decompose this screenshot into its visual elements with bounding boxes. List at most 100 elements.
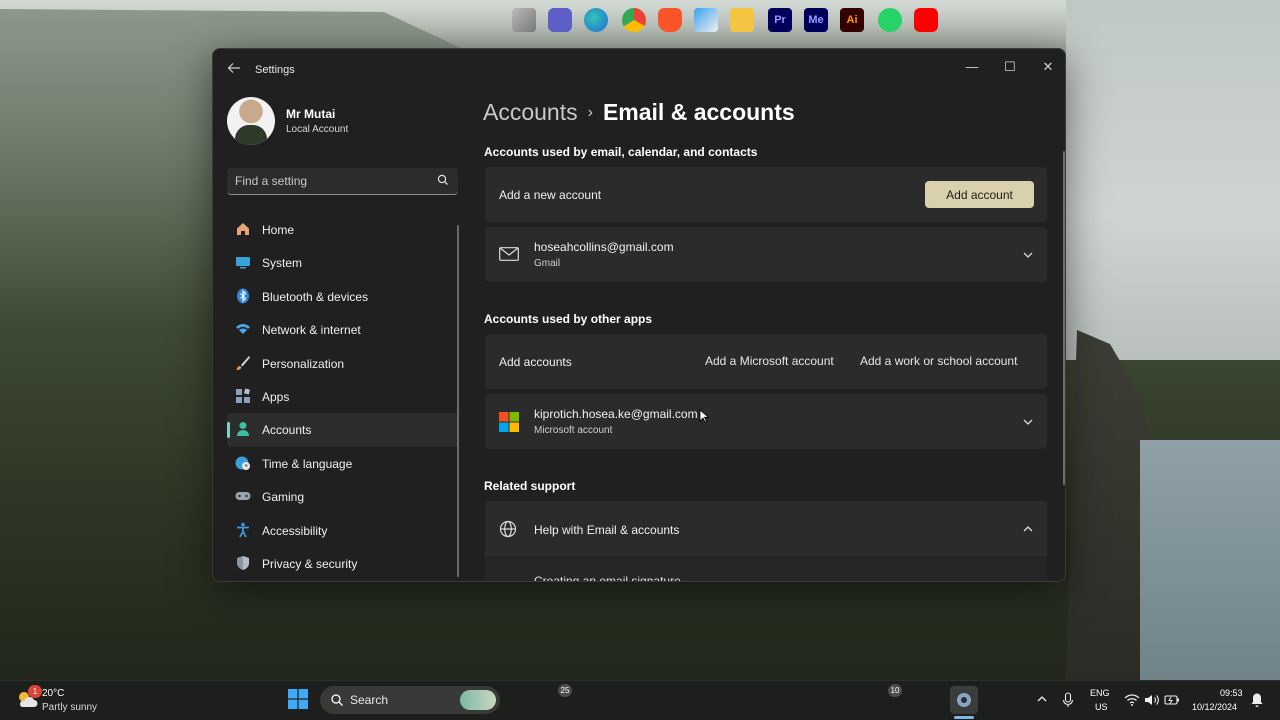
wifi-icon[interactable] [1124,693,1140,707]
profile-account-type: Local Account [286,124,349,135]
language-secondary[interactable]: US [1095,702,1108,712]
app-title: Settings [255,64,295,76]
search-input[interactable] [227,168,427,194]
sidebar-scrollbar[interactable] [457,225,459,577]
sidebar-item-label: Home [262,223,295,237]
edge-icon[interactable] [584,8,608,32]
globe-clock-icon [235,456,250,470]
section-title-support: Related support [484,479,576,493]
youtube-icon[interactable] [914,8,938,32]
home-icon [237,223,249,235]
apps-icon [236,388,251,403]
media-encoder-icon[interactable]: Me [804,8,828,32]
add-accounts-label: Add accounts [499,355,572,369]
search-icon[interactable] [436,173,450,187]
title-bar[interactable]: Settings — ☐ ✕ [213,49,1065,91]
sidebar-item-apps[interactable]: Apps [227,380,458,413]
gmail-account-card[interactable]: hoseahcollins@gmail.com Gmail [485,227,1047,282]
teams-icon[interactable] [548,8,572,32]
sidebar-item-personalization[interactable]: Personalization [227,347,458,380]
active-app-indicator [954,716,974,719]
premiere-icon[interactable]: Pr [768,8,792,32]
breadcrumb-separator: › [587,104,593,121]
brush-icon [236,355,250,370]
add-accounts-card: Add accounts Add a Microsoft account Add… [485,334,1047,389]
chevron-down-icon[interactable] [1021,248,1035,262]
settings-gear-icon[interactable] [950,686,978,714]
weather-description[interactable]: Partly sunny [42,702,97,713]
page-title: Email & accounts [602,99,795,125]
sidebar-item-label: Personalization [262,356,345,371]
breadcrumb: Accounts › Email & accounts [483,99,795,126]
sidebar-item-gaming[interactable]: Gaming [227,480,458,513]
section-title-email: Accounts used by email, calendar, and co… [484,145,758,159]
sidebar-item-accessibility[interactable]: Accessibility [227,514,458,547]
help-link-email-signature[interactable]: Creating an email signature [534,574,681,581]
minimize-button[interactable]: — [953,55,991,79]
sidebar-item-label: Time & language [262,456,353,471]
clock-time[interactable]: 09:53 [1220,688,1243,698]
microsoft-account-card[interactable]: kiprotich.hosea.ke@gmail.com Microsoft a… [485,394,1047,449]
sidebar-item-label: Apps [262,389,290,404]
chevron-down-icon[interactable] [1021,415,1035,429]
back-arrow-icon[interactable] [225,61,243,79]
sidebar-item-label: Gaming [262,490,305,505]
weather-temperature[interactable]: 20°C [42,688,64,699]
wallpaper-sea [1140,440,1280,680]
help-expander[interactable]: Help with Email & accounts [485,501,1047,557]
sidebar-item-label: System [262,256,303,271]
task-view-icon[interactable] [512,8,536,32]
sidebar-item-label: Privacy & security [262,556,358,571]
sidebar-item-label: Accessibility [262,523,328,538]
breadcrumb-parent[interactable]: Accounts [483,99,578,125]
wallpaper-sky [1066,0,1280,360]
add-microsoft-account-link[interactable]: Add a Microsoft account [705,354,834,368]
volume-icon[interactable] [1144,693,1160,707]
sidebar-item-system[interactable]: System [227,246,458,279]
system-icon [236,257,250,269]
globe-icon [499,520,517,538]
microsoft-logo-icon [499,412,519,432]
illustrator-icon[interactable]: Ai [840,8,864,32]
add-work-school-account-link[interactable]: Add a work or school account [860,354,1017,368]
notification-bell-icon[interactable] [1250,692,1264,708]
content-scrollbar[interactable] [1063,151,1065,485]
whatsapp-icon[interactable] [878,8,902,32]
account-provider: Gmail [534,258,561,269]
weather-badge: 1 [28,685,42,698]
avatar[interactable] [227,97,275,145]
store-icon[interactable] [694,8,718,32]
taskbar-search[interactable]: Search [320,686,500,714]
brave-icon[interactable] [658,8,682,32]
accessibility-icon [237,522,249,537]
sidebar-item-accounts[interactable]: Accounts [227,413,458,447]
maximize-button[interactable]: ☐ [991,55,1029,79]
chevron-up-icon[interactable] [1036,694,1048,704]
sidebar-item-time-language[interactable]: Time & language [227,447,458,480]
taskbar [0,680,1280,720]
sidebar-item-privacy[interactable]: Privacy & security [227,547,458,580]
file-explorer-icon[interactable] [730,8,754,32]
chrome-icon[interactable] [622,8,646,32]
chevron-up-icon[interactable] [1021,522,1035,536]
wifi-icon [236,324,250,335]
person-icon [237,422,249,437]
sidebar-item-label: Bluetooth & devices [262,289,369,304]
battery-icon[interactable] [1164,694,1180,706]
sidebar-item-bluetooth[interactable]: Bluetooth & devices [227,280,458,313]
windows-start-icon[interactable] [288,689,308,709]
bluetooth-icon [237,288,249,304]
mouse-cursor-icon [699,409,709,423]
taskbar-search-label: Search [350,693,389,707]
shield-icon [237,555,249,570]
search-icon [331,694,344,707]
settings-search[interactable] [227,168,458,195]
sidebar-item-network[interactable]: Network & internet [227,313,458,346]
close-button[interactable]: ✕ [1029,55,1065,79]
teams-badge: 25 [558,684,572,697]
clock-date[interactable]: 10/12/2024 [1192,702,1237,712]
sidebar-item-home[interactable]: Home [227,213,458,246]
microphone-icon[interactable] [1062,692,1074,708]
add-account-button[interactable]: Add account [925,181,1034,208]
language-primary[interactable]: ENG [1090,688,1110,698]
